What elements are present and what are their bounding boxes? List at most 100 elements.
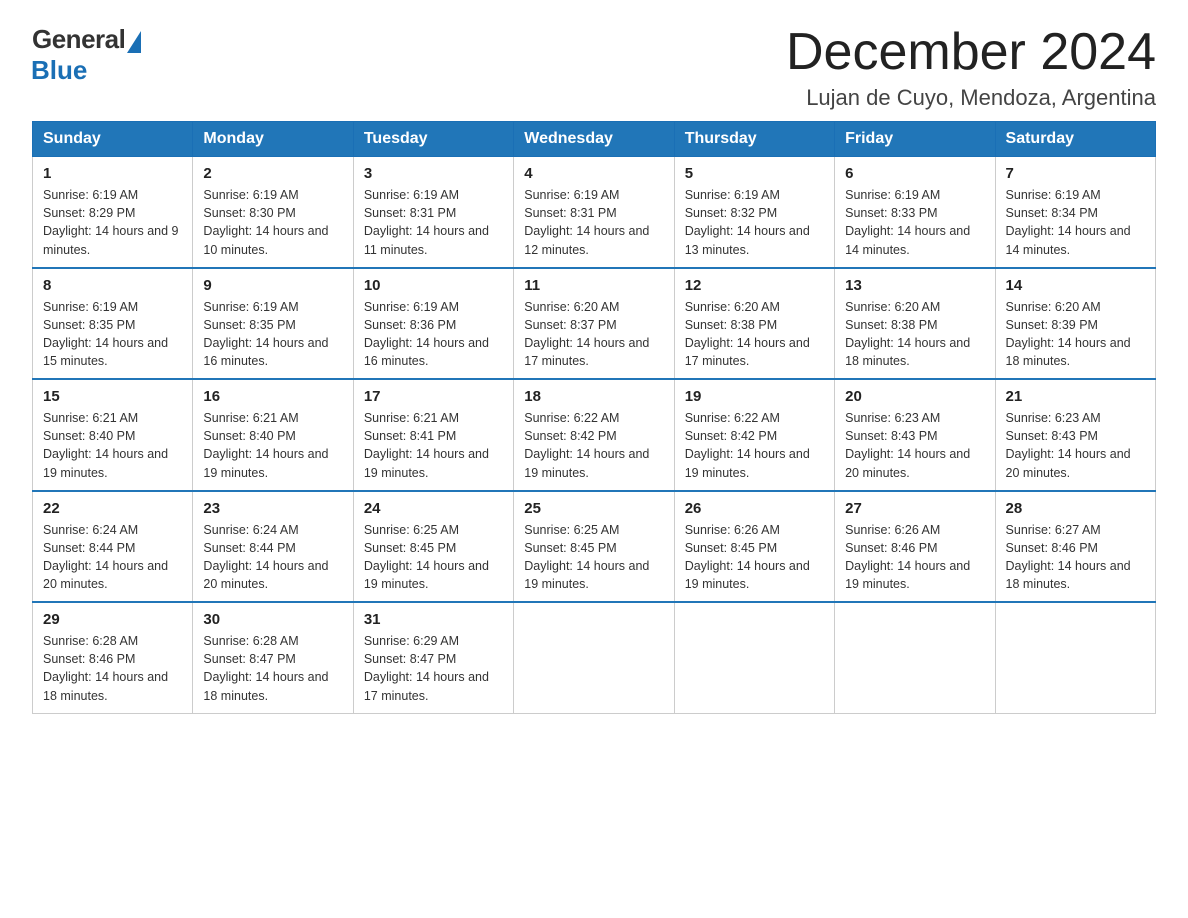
day-number: 10 bbox=[364, 277, 503, 294]
day-info: Sunrise: 6:19 AMSunset: 8:36 PMDaylight:… bbox=[364, 298, 503, 371]
calendar-day-cell bbox=[995, 602, 1155, 713]
day-info: Sunrise: 6:21 AMSunset: 8:41 PMDaylight:… bbox=[364, 409, 503, 482]
day-info: Sunrise: 6:28 AMSunset: 8:47 PMDaylight:… bbox=[203, 632, 342, 705]
day-number: 21 bbox=[1006, 388, 1145, 405]
day-info: Sunrise: 6:19 AMSunset: 8:31 PMDaylight:… bbox=[364, 186, 503, 259]
calendar-day-cell: 28Sunrise: 6:27 AMSunset: 8:46 PMDayligh… bbox=[995, 491, 1155, 603]
day-info: Sunrise: 6:19 AMSunset: 8:31 PMDaylight:… bbox=[524, 186, 663, 259]
col-header-thursday: Thursday bbox=[674, 122, 834, 157]
day-info: Sunrise: 6:26 AMSunset: 8:46 PMDaylight:… bbox=[845, 521, 984, 594]
calendar-day-cell: 5Sunrise: 6:19 AMSunset: 8:32 PMDaylight… bbox=[674, 157, 834, 268]
day-number: 16 bbox=[203, 388, 342, 405]
col-header-saturday: Saturday bbox=[995, 122, 1155, 157]
col-header-wednesday: Wednesday bbox=[514, 122, 674, 157]
calendar-day-cell: 29Sunrise: 6:28 AMSunset: 8:46 PMDayligh… bbox=[33, 602, 193, 713]
calendar-day-cell: 1 Sunrise: 6:19 AMSunset: 8:29 PMDaylight… bbox=[33, 157, 193, 268]
day-number: 19 bbox=[685, 388, 824, 405]
calendar-day-cell: 26 Sunrise: 6:26 AMSunset: 8:45 PMDayligh… bbox=[674, 491, 834, 603]
calendar-day-cell: 6Sunrise: 6:19 AMSunset: 8:33 PMDaylight… bbox=[835, 157, 995, 268]
day-info: Sunrise: 6:19 AMSunset: 8:33 PMDaylight:… bbox=[845, 186, 984, 259]
day-info: Sunrise: 6:19 AMSunset: 8:32 PMDaylight:… bbox=[685, 186, 824, 259]
calendar-day-cell: 13 Sunrise: 6:20 AMSunset: 8:38 PMDayligh… bbox=[835, 268, 995, 380]
day-info: Sunrise: 6:22 AMSunset: 8:42 PMDaylight:… bbox=[685, 409, 824, 482]
day-number: 17 bbox=[364, 388, 503, 405]
day-number: 4 bbox=[524, 165, 663, 182]
day-number: 23 bbox=[203, 500, 342, 517]
day-info: Sunrise: 6:24 AMSunset: 8:44 PMDaylight:… bbox=[203, 521, 342, 594]
day-info: Sunrise: 6:29 AMSunset: 8:47 PMDaylight:… bbox=[364, 632, 503, 705]
calendar-week-row: 15Sunrise: 6:21 AMSunset: 8:40 PMDayligh… bbox=[33, 379, 1156, 491]
day-number: 2 bbox=[203, 165, 342, 182]
day-info: Sunrise: 6:19 AMSunset: 8:35 PMDaylight:… bbox=[43, 298, 182, 371]
calendar-table: SundayMondayTuesdayWednesdayThursdayFrid… bbox=[32, 121, 1156, 714]
calendar-day-cell: 3Sunrise: 6:19 AMSunset: 8:31 PMDaylight… bbox=[353, 157, 513, 268]
day-number: 1 bbox=[43, 165, 182, 182]
location-subtitle: Lujan de Cuyo, Mendoza, Argentina bbox=[786, 85, 1156, 111]
day-number: 12 bbox=[685, 277, 824, 294]
title-block: December 2024 Lujan de Cuyo, Mendoza, Ar… bbox=[786, 24, 1156, 111]
calendar-day-cell bbox=[835, 602, 995, 713]
calendar-day-cell: 16 Sunrise: 6:21 AMSunset: 8:40 PMDayligh… bbox=[193, 379, 353, 491]
calendar-day-cell: 14Sunrise: 6:20 AMSunset: 8:39 PMDayligh… bbox=[995, 268, 1155, 380]
col-header-monday: Monday bbox=[193, 122, 353, 157]
day-number: 7 bbox=[1006, 165, 1145, 182]
day-info: Sunrise: 6:19 AMSunset: 8:35 PMDaylight:… bbox=[203, 298, 342, 371]
calendar-day-cell: 25 Sunrise: 6:25 AMSunset: 8:45 PMDayligh… bbox=[514, 491, 674, 603]
day-info: Sunrise: 6:21 AMSunset: 8:40 PMDaylight:… bbox=[203, 409, 342, 482]
day-info: Sunrise: 6:24 AMSunset: 8:44 PMDaylight:… bbox=[43, 521, 182, 594]
calendar-day-cell: 9Sunrise: 6:19 AMSunset: 8:35 PMDaylight… bbox=[193, 268, 353, 380]
day-info: Sunrise: 6:23 AMSunset: 8:43 PMDaylight:… bbox=[1006, 409, 1145, 482]
page-header: General Blue December 2024 Lujan de Cuyo… bbox=[32, 24, 1156, 111]
day-number: 14 bbox=[1006, 277, 1145, 294]
calendar-week-row: 1 Sunrise: 6:19 AMSunset: 8:29 PMDaylight… bbox=[33, 157, 1156, 268]
calendar-day-cell: 11 Sunrise: 6:20 AMSunset: 8:37 PMDayligh… bbox=[514, 268, 674, 380]
calendar-day-cell: 27 Sunrise: 6:26 AMSunset: 8:46 PMDayligh… bbox=[835, 491, 995, 603]
day-number: 11 bbox=[524, 277, 663, 294]
day-number: 29 bbox=[43, 611, 182, 628]
day-info: Sunrise: 6:27 AMSunset: 8:46 PMDaylight:… bbox=[1006, 521, 1145, 594]
day-info: Sunrise: 6:20 AMSunset: 8:38 PMDaylight:… bbox=[845, 298, 984, 371]
main-title: December 2024 bbox=[786, 24, 1156, 81]
calendar-week-row: 29Sunrise: 6:28 AMSunset: 8:46 PMDayligh… bbox=[33, 602, 1156, 713]
day-info: Sunrise: 6:19 AMSunset: 8:29 PMDaylight:… bbox=[43, 186, 182, 259]
calendar-day-cell: 24 Sunrise: 6:25 AMSunset: 8:45 PMDayligh… bbox=[353, 491, 513, 603]
calendar-day-cell: 21 Sunrise: 6:23 AMSunset: 8:43 PMDayligh… bbox=[995, 379, 1155, 491]
calendar-day-cell: 7Sunrise: 6:19 AMSunset: 8:34 PMDaylight… bbox=[995, 157, 1155, 268]
calendar-day-cell bbox=[674, 602, 834, 713]
calendar-day-cell: 10 Sunrise: 6:19 AMSunset: 8:36 PMDayligh… bbox=[353, 268, 513, 380]
calendar-day-cell bbox=[514, 602, 674, 713]
day-info: Sunrise: 6:25 AMSunset: 8:45 PMDaylight:… bbox=[364, 521, 503, 594]
day-number: 20 bbox=[845, 388, 984, 405]
day-info: Sunrise: 6:26 AMSunset: 8:45 PMDaylight:… bbox=[685, 521, 824, 594]
logo: General Blue bbox=[32, 24, 141, 86]
day-info: Sunrise: 6:25 AMSunset: 8:45 PMDaylight:… bbox=[524, 521, 663, 594]
calendar-day-cell: 22 Sunrise: 6:24 AMSunset: 8:44 PMDayligh… bbox=[33, 491, 193, 603]
calendar-header-row: SundayMondayTuesdayWednesdayThursdayFrid… bbox=[33, 122, 1156, 157]
day-info: Sunrise: 6:20 AMSunset: 8:37 PMDaylight:… bbox=[524, 298, 663, 371]
day-number: 13 bbox=[845, 277, 984, 294]
day-number: 27 bbox=[845, 500, 984, 517]
logo-triangle-icon bbox=[127, 31, 141, 53]
day-number: 22 bbox=[43, 500, 182, 517]
calendar-day-cell: 19 Sunrise: 6:22 AMSunset: 8:42 PMDayligh… bbox=[674, 379, 834, 491]
logo-general-text: General bbox=[32, 24, 125, 55]
calendar-day-cell: 15Sunrise: 6:21 AMSunset: 8:40 PMDayligh… bbox=[33, 379, 193, 491]
day-info: Sunrise: 6:19 AMSunset: 8:30 PMDaylight:… bbox=[203, 186, 342, 259]
day-number: 26 bbox=[685, 500, 824, 517]
day-number: 8 bbox=[43, 277, 182, 294]
day-info: Sunrise: 6:22 AMSunset: 8:42 PMDaylight:… bbox=[524, 409, 663, 482]
day-info: Sunrise: 6:20 AMSunset: 8:38 PMDaylight:… bbox=[685, 298, 824, 371]
day-number: 18 bbox=[524, 388, 663, 405]
day-number: 31 bbox=[364, 611, 503, 628]
calendar-day-cell: 31 Sunrise: 6:29 AMSunset: 8:47 PMDayligh… bbox=[353, 602, 513, 713]
day-info: Sunrise: 6:21 AMSunset: 8:40 PMDaylight:… bbox=[43, 409, 182, 482]
col-header-tuesday: Tuesday bbox=[353, 122, 513, 157]
calendar-day-cell: 2 Sunrise: 6:19 AMSunset: 8:30 PMDaylight… bbox=[193, 157, 353, 268]
calendar-day-cell: 17 Sunrise: 6:21 AMSunset: 8:41 PMDayligh… bbox=[353, 379, 513, 491]
col-header-sunday: Sunday bbox=[33, 122, 193, 157]
day-number: 25 bbox=[524, 500, 663, 517]
calendar-week-row: 8 Sunrise: 6:19 AMSunset: 8:35 PMDaylight… bbox=[33, 268, 1156, 380]
day-info: Sunrise: 6:23 AMSunset: 8:43 PMDaylight:… bbox=[845, 409, 984, 482]
calendar-day-cell: 12 Sunrise: 6:20 AMSunset: 8:38 PMDayligh… bbox=[674, 268, 834, 380]
day-number: 24 bbox=[364, 500, 503, 517]
